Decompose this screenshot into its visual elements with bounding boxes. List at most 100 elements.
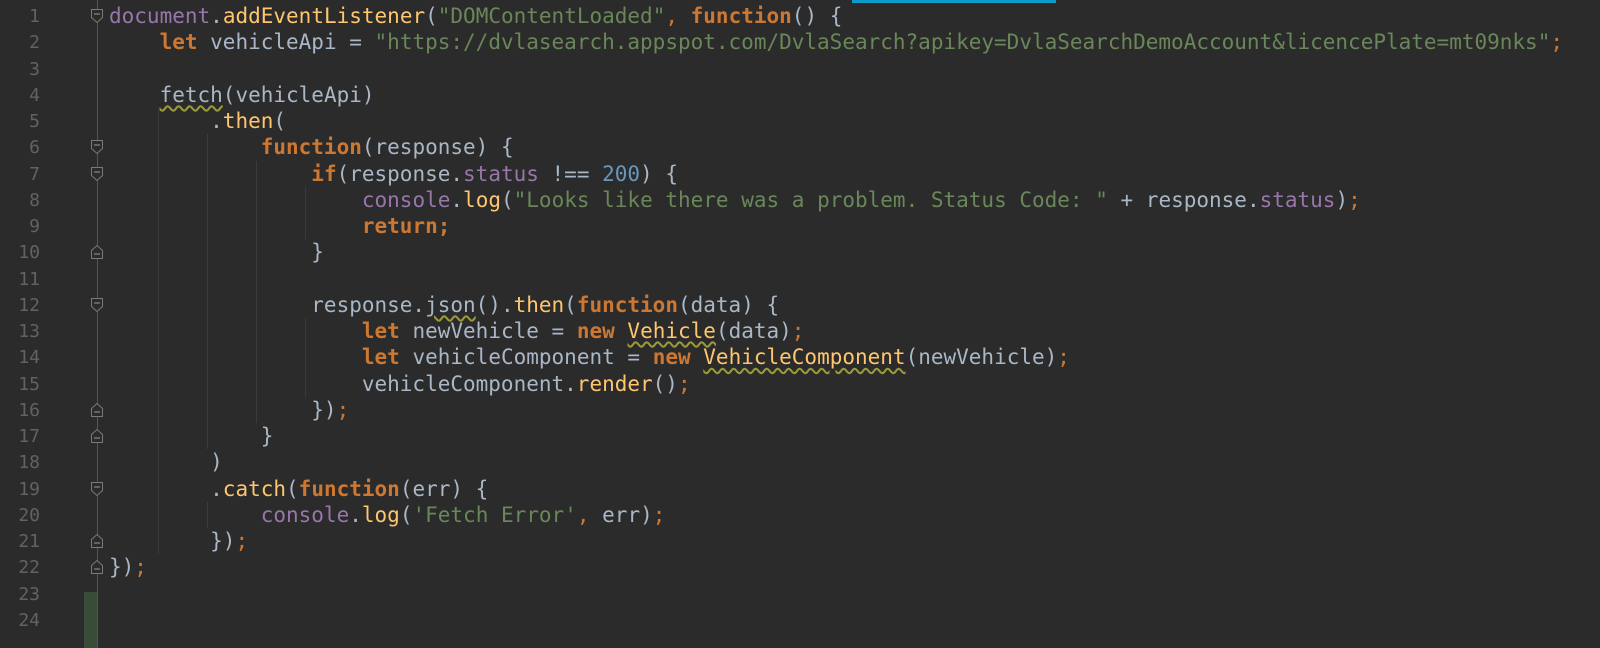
code-token: ; [1348, 187, 1361, 212]
line-number: 3 [29, 58, 40, 80]
code-line[interactable]: let vehicleComponent = new VehicleCompon… [109, 344, 1070, 371]
code-editor[interactable]: 1 2 3 4 5 6 7 8 9 10 11 12 13 14 15 16 17 18 19 20 21 22 23 24 … [0, 0, 1600, 648]
code-token: }) [109, 397, 337, 422]
code-token: (response) { [361, 135, 514, 160]
code-line[interactable]: response.json().then(function(data) { [109, 292, 779, 319]
code-line[interactable]: if(response.status !== 200) { [109, 161, 678, 188]
code-line[interactable]: } [109, 239, 324, 266]
code-token: err) [602, 502, 653, 527]
code-line[interactable]: }); [109, 397, 349, 424]
code-line[interactable]: return; [109, 213, 451, 240]
code-token: ; [134, 555, 147, 580]
code-line[interactable]: ) [109, 449, 223, 476]
code-token: ; [235, 529, 249, 553]
code-token: . [349, 502, 362, 527]
active-tab-indicator [852, 0, 1056, 3]
code-line[interactable]: .catch(function(err) { [109, 476, 488, 503]
line-number: 11 [18, 268, 40, 290]
code-token: Vehicle [627, 319, 716, 343]
fold-end-icon[interactable] [90, 244, 104, 260]
code-token: vehicleComponent. [109, 371, 577, 396]
code-line[interactable]: vehicleComponent.render(); [109, 371, 691, 398]
code-token: catch [222, 476, 287, 501]
fold-end-icon[interactable] [90, 402, 104, 418]
code-token: vehicleApi = [197, 30, 375, 55]
fold-collapse-icon[interactable] [90, 8, 104, 24]
code-token: newVehicle = [399, 319, 577, 343]
code-token: console [260, 502, 350, 527]
line-number: 7 [29, 163, 40, 185]
code-token: }) [109, 555, 135, 580]
code-token: (response. [336, 161, 464, 186]
code-token: addEventListener [222, 4, 426, 28]
line-number: 16 [18, 399, 40, 421]
code-token: status [463, 161, 539, 186]
code-token: return; [361, 214, 451, 238]
code-token: if [311, 161, 337, 186]
code-token: 'Fetch Error' [412, 502, 577, 527]
line-number-gutter: 1 2 3 4 5 6 7 8 9 10 11 12 13 14 15 16 17 18 19 20 21 22 23 24 [0, 0, 103, 648]
code-line[interactable]: .then( [109, 108, 286, 135]
code-token: }) [109, 529, 236, 553]
line-number: 24 [18, 609, 40, 631]
code-line[interactable]: document.addEventListener("DOMContentLoa… [109, 3, 842, 30]
line-number: 5 [29, 111, 40, 132]
gutter-separator [97, 0, 98, 648]
changed-lines-marker [84, 592, 97, 648]
code-token: function [298, 476, 400, 501]
code-token: let [361, 319, 400, 343]
code-token: 200 [602, 161, 641, 186]
line-number: 12 [18, 294, 40, 316]
code-token: ) [1335, 187, 1349, 212]
code-token: ( [500, 187, 514, 212]
code-token: } [109, 240, 324, 265]
fold-collapse-icon[interactable] [90, 139, 104, 155]
code-token: "Looks like there was a problem. Status … [513, 187, 1108, 212]
code-token: then [513, 292, 565, 317]
line-number: 4 [29, 84, 40, 106]
fold-collapse-icon[interactable] [90, 297, 104, 313]
code-token: !== [538, 161, 603, 186]
code-token: ; [677, 371, 691, 396]
line-number: 14 [18, 347, 40, 369]
code-token: (newVehicle) [905, 345, 1058, 370]
code-token: + response. [1107, 187, 1260, 212]
code-line[interactable]: let newVehicle = new Vehicle(data); [109, 318, 805, 345]
fold-collapse-icon[interactable] [90, 481, 104, 497]
line-number: 10 [18, 242, 40, 264]
code-token: ; [336, 397, 350, 422]
code-line[interactable]: console.log("Looks like there was a prob… [109, 187, 1361, 214]
code-line[interactable]: function(response) { [109, 134, 514, 161]
code-token: ; [652, 502, 666, 527]
code-token: () [652, 371, 678, 396]
code-token: log [361, 502, 400, 527]
fold-end-icon[interactable] [90, 428, 104, 444]
code-token: ) { [640, 161, 678, 186]
code-line[interactable]: fetch(vehicleApi) [109, 82, 375, 109]
code-token: , [665, 4, 691, 28]
code-token: new [652, 345, 691, 370]
code-token: (data) { [677, 292, 780, 317]
line-number: 2 [29, 32, 40, 54]
code-token: fetch [159, 82, 223, 107]
code-line[interactable]: console.log('Fetch Error', err); [109, 502, 666, 529]
code-token: let [361, 345, 400, 370]
fold-collapse-icon[interactable] [90, 166, 104, 182]
line-number: 21 [18, 531, 40, 552]
code-token: ( [425, 4, 438, 28]
code-token: ( [286, 476, 299, 501]
fold-end-icon[interactable] [90, 533, 104, 549]
code-line[interactable]: }); [109, 528, 248, 555]
code-line[interactable]: }); [109, 554, 147, 581]
code-token: VehicleComponent [703, 345, 906, 370]
code-line[interactable]: let vehicleApi = "https://dvlasearch.app… [109, 29, 1563, 56]
line-number: 8 [29, 189, 40, 211]
code-token: let [159, 30, 198, 55]
code-line[interactable]: } [109, 423, 274, 450]
code-token: , [576, 502, 603, 527]
fold-end-icon[interactable] [90, 559, 104, 575]
